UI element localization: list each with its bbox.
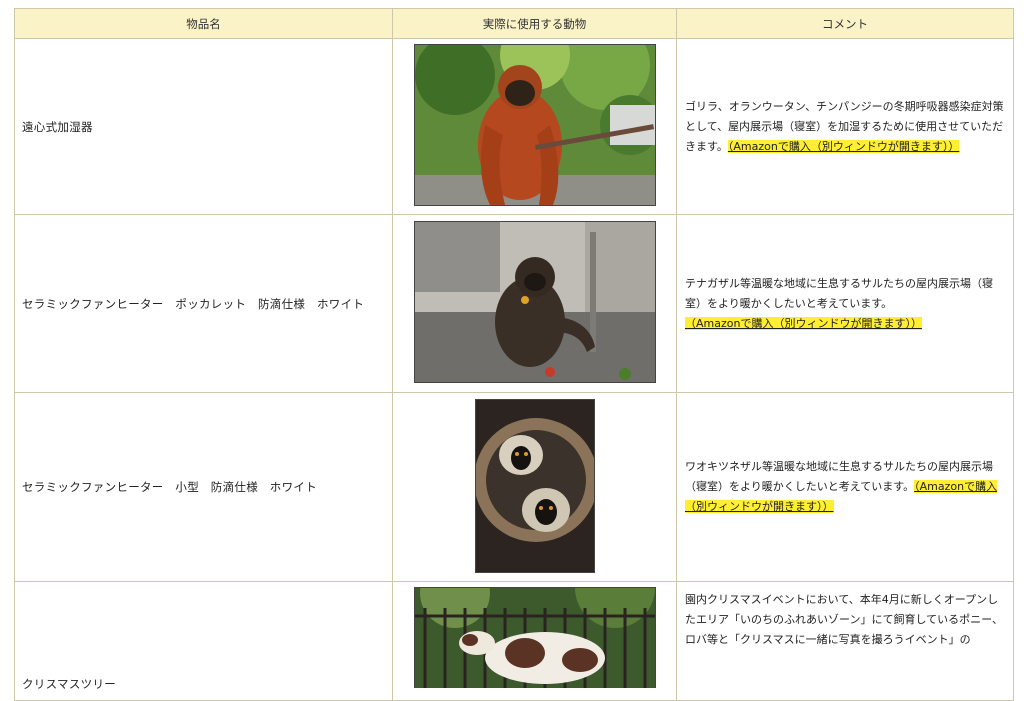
orangutan-photo: [413, 44, 656, 206]
table-row: セラミックファンヒーター 小型 防滴仕様 ホワイト ワオキツネザル等温暖な地域に…: [14, 392, 1014, 582]
table-header-row: 物品名 実際に使用する動物 コメント: [14, 8, 1014, 39]
photo-cell: [392, 38, 677, 215]
comment-cell: ワオキツネザル等温暖な地域に生息するサルたちの屋内展示場（寝室）をより暖かくした…: [676, 392, 1014, 582]
ruffed-lemur-photo: [474, 398, 595, 573]
table-row: クリスマスツリー 園内クリスマスイベントにおいて、本年4月に新しくオープンしたエ…: [14, 581, 1014, 701]
amazon-buy-link[interactable]: （Amazonで購入（別ウィンドウが開きます））: [727, 139, 960, 153]
photo-cell: [392, 581, 677, 701]
item-name: 遠心式加湿器: [14, 38, 393, 215]
wishlist-table: 物品名 実際に使用する動物 コメント 遠心式加湿器 ゴリラ、オランウータン、チン…: [14, 8, 1014, 701]
item-name-text: クリスマスツリー: [22, 677, 117, 691]
comment-cell: 園内クリスマスイベントにおいて、本年4月に新しくオープンしたエリア「いのちのふれ…: [676, 581, 1014, 701]
table-row: 遠心式加湿器 ゴリラ、オランウータン、チンパンジーの冬期呼吸器感染症対策として、…: [14, 38, 1014, 215]
table-row: セラミックファンヒーター ポッカレット 防滴仕様 ホワイト テナガザル等温暖な地…: [14, 214, 1014, 393]
item-name: クリスマスツリー: [14, 581, 393, 701]
header-item-name: 物品名: [14, 8, 393, 39]
header-animal: 実際に使用する動物: [392, 8, 677, 39]
comment-cell: テナガザル等温暖な地域に生息するサルたちの屋内展示場（寝室）をより暖かくしたいと…: [676, 214, 1014, 393]
item-name-wrap: クリスマスツリー: [22, 600, 391, 700]
comment-text: 園内クリスマスイベントにおいて、本年4月に新しくオープンしたエリア「いのちのふれ…: [685, 593, 1004, 646]
photo-cell: [392, 214, 677, 393]
header-comment: コメント: [676, 8, 1014, 39]
comment-text: テナガザル等温暖な地域に生息するサルたちの屋内展示場（寝室）をより暖かくしたいと…: [685, 276, 993, 310]
item-name: セラミックファンヒーター ポッカレット 防滴仕様 ホワイト: [14, 214, 393, 393]
comment-cell: ゴリラ、オランウータン、チンパンジーの冬期呼吸器感染症対策として、屋内展示場（寝…: [676, 38, 1014, 215]
amazon-buy-link[interactable]: （Amazonで購入（別ウィンドウが開きます））: [685, 316, 922, 330]
photo-cell: [392, 392, 677, 582]
item-name: セラミックファンヒーター 小型 防滴仕様 ホワイト: [14, 392, 393, 582]
wishlist-table-container: 物品名 実際に使用する動物 コメント 遠心式加湿器 ゴリラ、オランウータン、チン…: [14, 8, 1014, 701]
gibbon-photo: [413, 221, 656, 383]
pony-photo: [413, 587, 656, 688]
